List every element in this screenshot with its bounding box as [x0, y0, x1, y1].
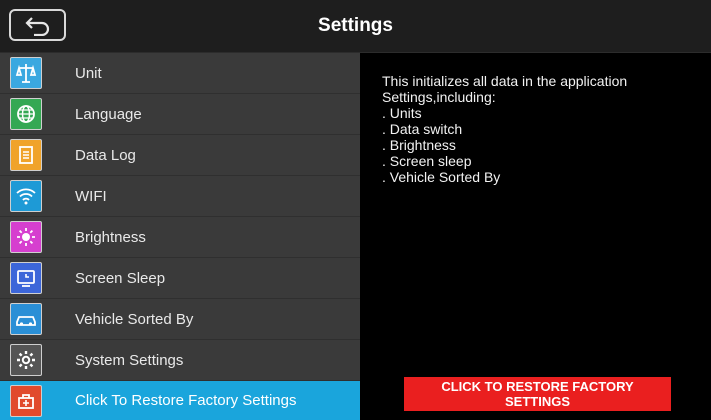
sidebar-item-unit[interactable]: Unit	[0, 53, 360, 94]
sidebar-item-label: Click To Restore Factory Settings	[75, 392, 297, 409]
restore-description: This initializes all data in the applica…	[382, 73, 682, 185]
sidebar-item-screen-sleep[interactable]: Screen Sleep	[0, 258, 360, 299]
detail-panel: This initializes all data in the applica…	[360, 53, 711, 420]
sidebar-item-label: Screen Sleep	[75, 269, 166, 287]
sidebar-item-vehicle-sorted-by[interactable]: Vehicle Sorted By	[0, 299, 360, 340]
document-icon	[10, 139, 42, 171]
sidebar-item-label: Unit	[75, 64, 102, 82]
sidebar-item-label: Vehicle Sorted By	[75, 310, 194, 328]
description-line: . Vehicle Sorted By	[382, 169, 501, 185]
clock-icon	[10, 262, 42, 294]
description-line: . Screen sleep	[382, 153, 472, 169]
sidebar-item-label: WIFI	[75, 187, 107, 205]
page-title: Settings	[318, 15, 393, 36]
restore-factory-settings-button[interactable]: CLICK TO RESTORE FACTORY SETTINGS	[404, 377, 671, 411]
sidebar-item-brightness[interactable]: Brightness	[0, 217, 360, 258]
scale-icon	[10, 57, 42, 89]
settings-sidebar: Unit Language Data Log WIFI Brightness S…	[0, 53, 360, 420]
description-line: This initializes all data in the applica…	[382, 73, 628, 89]
car-icon	[10, 303, 42, 335]
sidebar-item-label: System Settings	[75, 351, 184, 369]
sidebar-item-restore-factory-settings[interactable]: Click To Restore Factory Settings	[0, 381, 360, 420]
gear-icon	[10, 344, 42, 376]
sidebar-item-wifi[interactable]: WIFI	[0, 176, 360, 217]
sidebar-item-label: Data Log	[75, 146, 136, 164]
sidebar-item-system-settings[interactable]: System Settings	[0, 340, 360, 381]
sidebar-item-data-log[interactable]: Data Log	[0, 135, 360, 176]
description-line: Settings,including:	[382, 89, 496, 105]
sidebar-item-language[interactable]: Language	[0, 94, 360, 135]
header-bar: Settings	[0, 0, 711, 53]
sun-icon	[10, 221, 42, 253]
globe-icon	[10, 98, 42, 130]
description-line: . Units	[382, 105, 422, 121]
description-line: . Data switch	[382, 121, 463, 137]
restore-icon	[10, 384, 42, 417]
description-line: . Brightness	[382, 137, 456, 153]
wifi-icon	[10, 180, 42, 212]
sidebar-item-label: Language	[75, 105, 142, 123]
sidebar-item-label: Brightness	[75, 228, 146, 246]
